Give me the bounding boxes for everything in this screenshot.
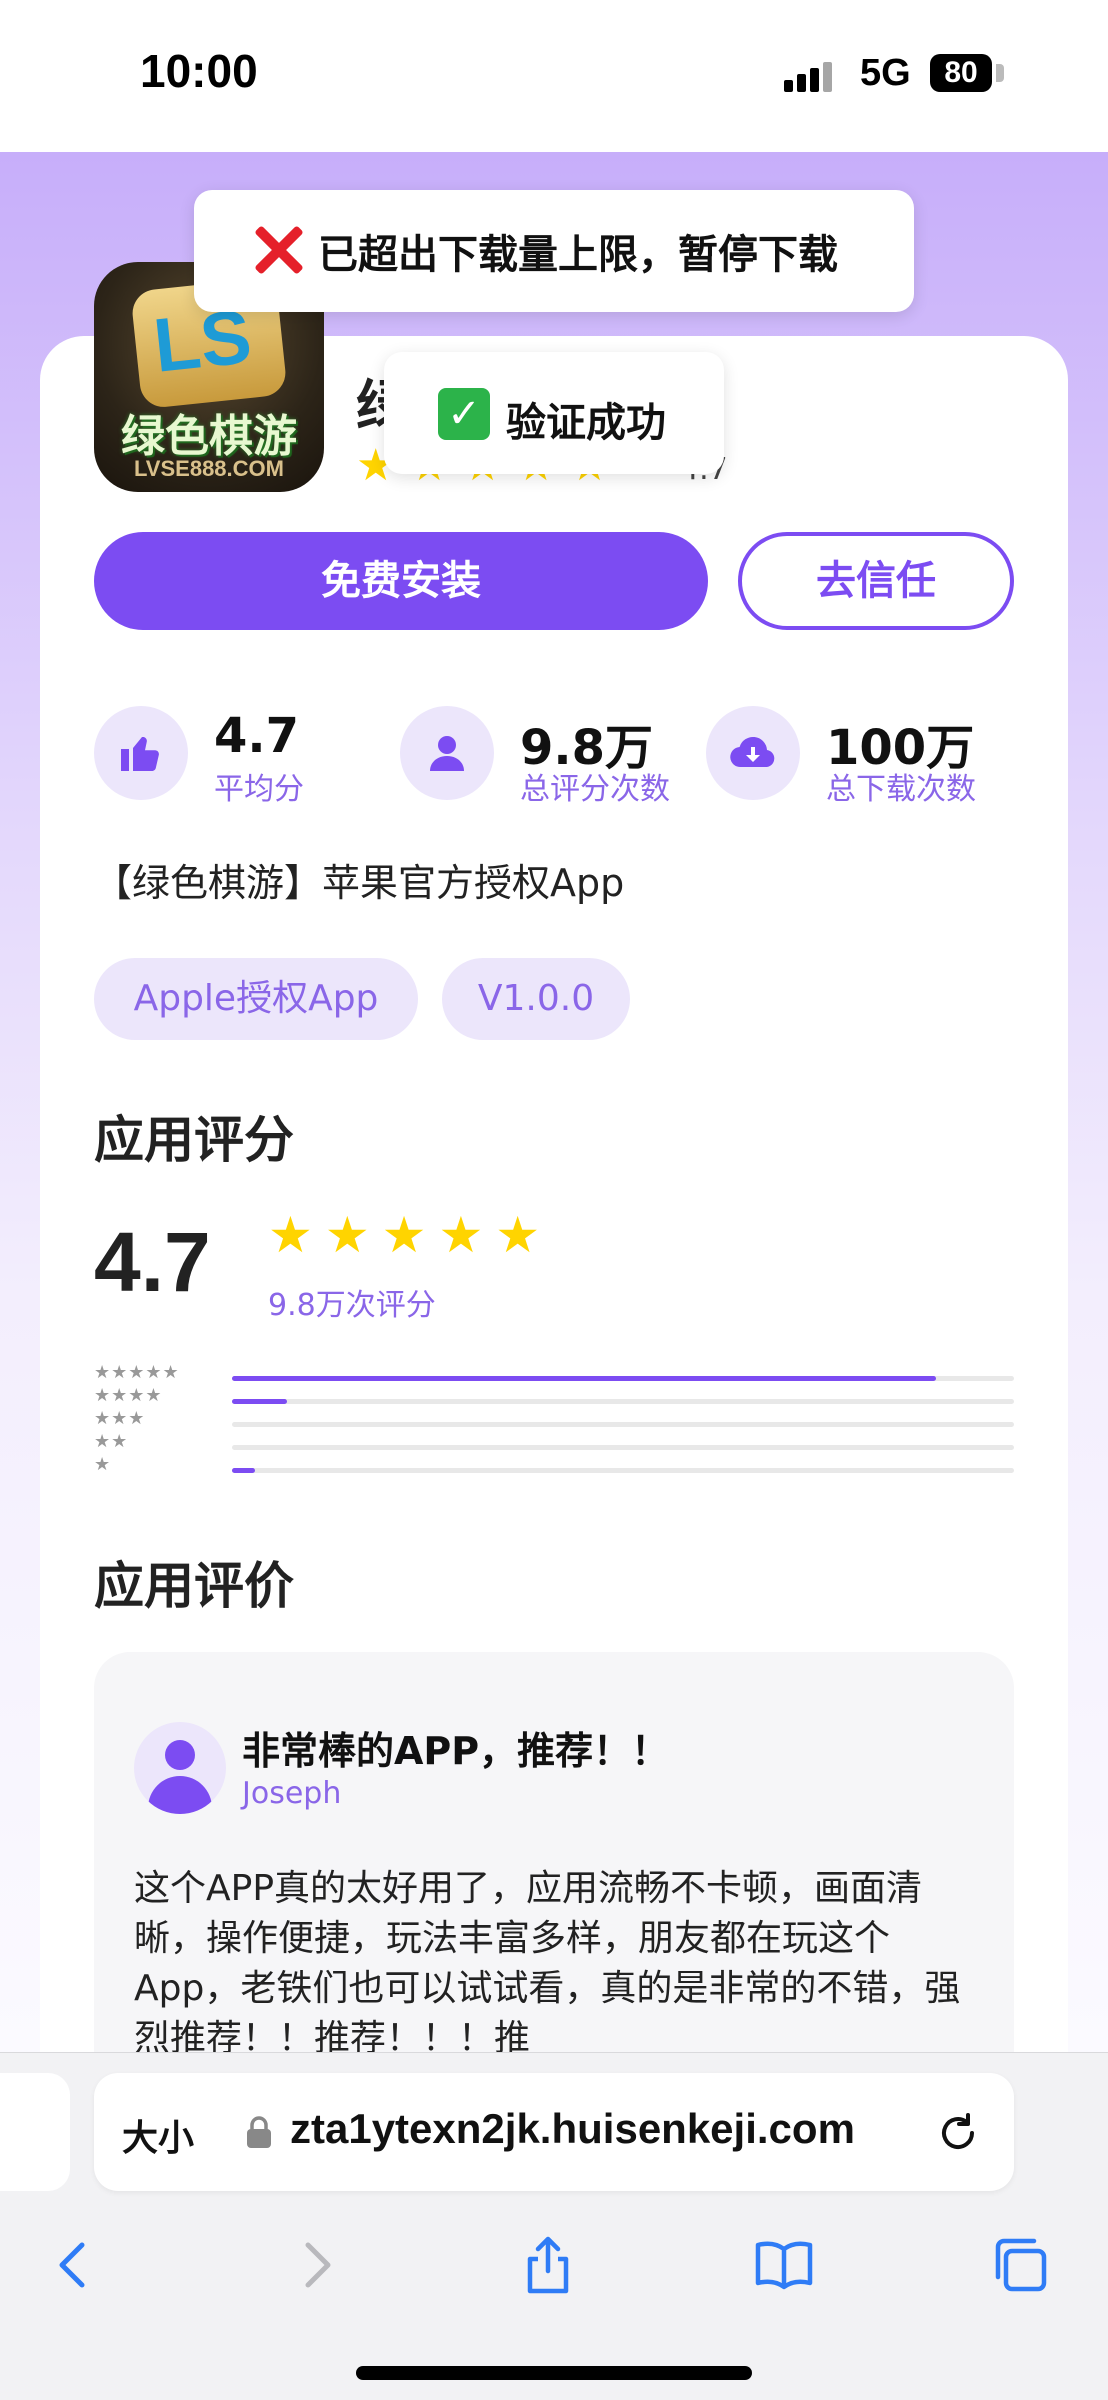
user-icon bbox=[430, 736, 464, 771]
avatar bbox=[134, 1722, 226, 1814]
back-icon[interactable] bbox=[38, 2229, 110, 2301]
histogram-row: ★★★★★ bbox=[94, 1362, 1014, 1388]
histogram-row: ★★★ bbox=[94, 1408, 1014, 1434]
status-time: 10:00 bbox=[140, 45, 258, 97]
success-toast: ✓ 验证成功 bbox=[384, 352, 724, 474]
rating-section-title: 应用评分 bbox=[94, 1111, 294, 1169]
battery-tip bbox=[996, 64, 1004, 82]
stat-icon-circle bbox=[400, 706, 494, 800]
histogram-track bbox=[232, 1399, 1014, 1404]
previous-tab-preview[interactable] bbox=[0, 2073, 70, 2191]
status-bar: 10:00 5G 80 bbox=[0, 0, 1108, 152]
app-description: 【绿色棋游】苹果官方授权App bbox=[94, 861, 625, 905]
histogram-stars: ★ bbox=[94, 1454, 112, 1475]
address-bar[interactable]: 大小 zta1ytexn2jk.huisenkeji.com bbox=[94, 2073, 1014, 2191]
reviews-section-title: 应用评价 bbox=[94, 1557, 294, 1615]
rating-score: 4.7 bbox=[94, 1215, 211, 1309]
app-icon-name: 绿色棋游 bbox=[121, 411, 297, 462]
battery-icon: 80 bbox=[930, 54, 992, 92]
reload-icon[interactable] bbox=[934, 2109, 982, 2157]
install-button[interactable]: 免费安装 bbox=[94, 532, 708, 630]
share-icon[interactable] bbox=[512, 2229, 584, 2301]
stat-downloads: 100万 总下载次数 bbox=[706, 702, 1006, 807]
forward-icon[interactable] bbox=[280, 2229, 352, 2301]
histogram-track bbox=[232, 1422, 1014, 1427]
stat-rating-count: 9.8万 总评分次数 bbox=[400, 702, 690, 807]
tabs-icon[interactable] bbox=[984, 2229, 1056, 2301]
stat-icon-circle bbox=[94, 706, 188, 800]
histogram-track bbox=[232, 1445, 1014, 1450]
bookmarks-icon[interactable] bbox=[748, 2229, 820, 2301]
stat-average: 4.7 平均分 bbox=[94, 702, 354, 807]
histogram-fill bbox=[232, 1376, 936, 1381]
error-toast: 已超出下载量上限，暂停下载 bbox=[194, 190, 914, 312]
histogram-stars: ★★★ bbox=[94, 1408, 146, 1429]
tag-chip: Apple授权App bbox=[94, 958, 418, 1040]
stat-label: 总下载次数 bbox=[826, 772, 976, 807]
rating-stars: ★★★★★ bbox=[268, 1206, 553, 1264]
stat-label: 平均分 bbox=[214, 772, 304, 807]
tag-chip: V1.0.0 bbox=[442, 958, 630, 1040]
stat-label: 总评分次数 bbox=[520, 772, 670, 807]
error-toast-message: 已超出下载量上限，暂停下载 bbox=[318, 232, 838, 278]
lock-icon bbox=[247, 2116, 271, 2148]
avatar-body bbox=[148, 1776, 212, 1814]
histogram-fill bbox=[232, 1399, 287, 1404]
cloud-download-icon bbox=[730, 736, 775, 768]
browser-toolbar: 大小 zta1ytexn2jk.huisenkeji.com bbox=[0, 2052, 1108, 2400]
avatar-head bbox=[165, 1740, 195, 1770]
network-type: 5G bbox=[860, 52, 911, 94]
histogram-stars: ★★★★★ bbox=[94, 1362, 180, 1383]
cross-icon bbox=[248, 220, 308, 280]
app-icon-url: LVSE888.COM bbox=[134, 456, 284, 481]
home-indicator bbox=[356, 2366, 752, 2380]
histogram-stars: ★★★★ bbox=[94, 1385, 163, 1406]
signal-icon bbox=[784, 58, 844, 92]
histogram-track bbox=[232, 1468, 1014, 1473]
success-toast-message: 验证成功 bbox=[506, 400, 666, 446]
url-text[interactable]: zta1ytexn2jk.huisenkeji.com bbox=[290, 2105, 855, 2153]
trust-button[interactable]: 去信任 bbox=[738, 532, 1014, 630]
check-icon: ✓ bbox=[438, 388, 490, 440]
review-title: 非常棒的APP，推荐！！ bbox=[242, 1729, 670, 1773]
histogram-row: ★★★★ bbox=[94, 1385, 1014, 1411]
stat-value: 4.7 bbox=[214, 708, 300, 764]
text-size-button[interactable]: 大小 bbox=[122, 2109, 194, 2161]
histogram-fill bbox=[232, 1468, 255, 1473]
rating-count: 9.8万次评分 bbox=[268, 1288, 436, 1323]
histogram-track bbox=[232, 1376, 1014, 1381]
review-text: 这个APP真的太好用了，应用流畅不卡顿，画面清晰，操作便捷，玩法丰富多样，朋友都… bbox=[134, 1868, 961, 2059]
histogram-stars: ★★ bbox=[94, 1431, 129, 1452]
histogram-row: ★★ bbox=[94, 1431, 1014, 1457]
thumbs-up-icon bbox=[121, 737, 159, 771]
review-author: Joseph bbox=[242, 1776, 342, 1811]
histogram-row: ★ bbox=[94, 1454, 1014, 1480]
stat-icon-circle bbox=[706, 706, 800, 800]
